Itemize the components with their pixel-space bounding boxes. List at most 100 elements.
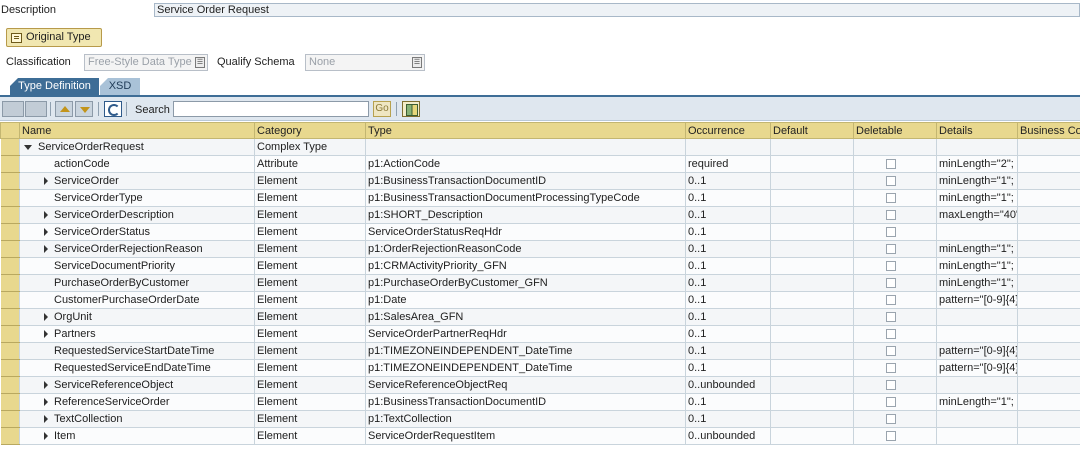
cell-default[interactable] xyxy=(770,376,854,394)
cell-details[interactable]: minLength="1"; r xyxy=(936,172,1018,190)
cell-occurrence[interactable]: 0..1 xyxy=(685,189,771,207)
deletable-checkbox[interactable] xyxy=(886,193,896,204)
cell-details[interactable]: pattern="[0-9]{4}- xyxy=(936,342,1018,360)
cell-details[interactable]: minLength="1"; r xyxy=(936,240,1018,258)
cell-default[interactable] xyxy=(770,291,854,309)
cell-default[interactable] xyxy=(770,206,854,224)
cell-type[interactable]: p1:PurchaseOrderByCustomer_GFN xyxy=(365,274,686,292)
original-type-button[interactable]: Original Type xyxy=(6,28,102,47)
cell-business-context[interactable] xyxy=(1017,427,1080,445)
cell-category[interactable]: Element xyxy=(254,223,366,241)
row-selector[interactable] xyxy=(0,359,20,377)
insert-row-button[interactable] xyxy=(2,101,24,117)
cell-category[interactable]: Element xyxy=(254,342,366,360)
row-selector[interactable] xyxy=(0,308,20,326)
table-row[interactable]: ServiceOrderRequest Complex Type xyxy=(0,138,1080,156)
cell-default[interactable] xyxy=(770,427,854,445)
row-selector[interactable] xyxy=(0,291,20,309)
cell-type[interactable]: p1:BusinessTransactionDocumentID xyxy=(365,172,686,190)
cell-name[interactable]: PurchaseOrderByCustomer xyxy=(19,274,255,292)
cell-business-context[interactable] xyxy=(1017,342,1080,360)
deletable-checkbox[interactable] xyxy=(886,414,896,425)
deletable-checkbox[interactable] xyxy=(886,363,896,374)
expand-icon[interactable] xyxy=(44,330,48,339)
cell-details[interactable] xyxy=(936,308,1018,326)
move-up-button[interactable] xyxy=(55,101,73,117)
cell-business-context[interactable] xyxy=(1017,274,1080,292)
row-selector[interactable] xyxy=(0,274,20,292)
collapse-icon[interactable] xyxy=(24,144,32,150)
dropdown-icon[interactable]: ☰ xyxy=(412,57,422,68)
cell-details[interactable]: pattern="[0-9]{4}- xyxy=(936,291,1018,309)
cell-details[interactable]: minLength="2"; r xyxy=(936,155,1018,173)
deletable-checkbox[interactable] xyxy=(886,278,896,289)
cell-category[interactable]: Element xyxy=(254,308,366,326)
cell-details[interactable] xyxy=(936,376,1018,394)
column-header-name[interactable]: Name xyxy=(19,122,255,139)
deletable-checkbox[interactable] xyxy=(886,329,896,340)
deletable-checkbox[interactable] xyxy=(886,346,896,357)
deletable-checkbox[interactable] xyxy=(886,312,896,323)
column-header-deletable[interactable]: Deletable xyxy=(853,122,937,139)
cell-name[interactable]: ServiceOrder xyxy=(19,172,255,190)
cell-occurrence[interactable]: 0..1 xyxy=(685,240,771,258)
table-row[interactable]: RequestedServiceEndDateTime Element p1:TIM… xyxy=(0,359,1080,377)
cell-business-context[interactable] xyxy=(1017,240,1080,258)
cell-business-context[interactable] xyxy=(1017,223,1080,241)
cell-type[interactable]: p1:CRMActivityPriority_GFN xyxy=(365,257,686,275)
deletable-checkbox[interactable] xyxy=(886,210,896,221)
cell-occurrence[interactable]: 0..1 xyxy=(685,257,771,275)
cell-details[interactable] xyxy=(936,427,1018,445)
table-row[interactable]: CustomerPurchaseOrderDate Element p1:Date 0… xyxy=(0,291,1080,309)
cell-business-context[interactable] xyxy=(1017,308,1080,326)
deletable-checkbox[interactable] xyxy=(886,380,896,391)
row-selector[interactable] xyxy=(0,206,20,224)
cell-details[interactable] xyxy=(936,325,1018,343)
row-selector[interactable] xyxy=(0,240,20,258)
cell-type[interactable]: p1:SalesArea_GFN xyxy=(365,308,686,326)
cell-details[interactable]: minLength="1"; r xyxy=(936,393,1018,411)
column-header-details[interactable]: Details xyxy=(936,122,1018,139)
cell-default[interactable] xyxy=(770,172,854,190)
cell-details[interactable]: pattern="[0-9]{4}- xyxy=(936,359,1018,377)
cell-name[interactable]: Partners xyxy=(19,325,255,343)
cell-occurrence[interactable]: 0..1 xyxy=(685,410,771,428)
cell-occurrence[interactable]: 0..1 xyxy=(685,342,771,360)
cell-default[interactable] xyxy=(770,308,854,326)
cell-category[interactable]: Complex Type xyxy=(254,138,366,156)
table-row[interactable]: ServiceOrderType Element p1:BusinessTransa… xyxy=(0,189,1080,207)
cell-name[interactable]: OrgUnit xyxy=(19,308,255,326)
cell-details[interactable]: maxLength="40" xyxy=(936,206,1018,224)
cell-occurrence[interactable]: 0..1 xyxy=(685,223,771,241)
cell-default[interactable] xyxy=(770,274,854,292)
cell-name[interactable]: ServiceDocumentPriority xyxy=(19,257,255,275)
cell-default[interactable] xyxy=(770,342,854,360)
cell-name[interactable]: ServiceOrderType xyxy=(19,189,255,207)
expand-icon[interactable] xyxy=(44,381,48,390)
cell-name[interactable]: ServiceOrderRequest xyxy=(19,138,255,156)
description-input[interactable]: Service Order Request xyxy=(154,3,1080,17)
cell-type[interactable] xyxy=(365,138,686,156)
table-row[interactable]: PurchaseOrderByCustomer Element p1:Purchas… xyxy=(0,274,1080,292)
cell-occurrence[interactable]: 0..unbounded xyxy=(685,427,771,445)
cell-default[interactable] xyxy=(770,223,854,241)
cell-default[interactable] xyxy=(770,325,854,343)
table-row[interactable]: TextCollection Element p1:TextCollection 0.… xyxy=(0,410,1080,428)
cell-business-context[interactable] xyxy=(1017,291,1080,309)
row-selector[interactable] xyxy=(0,325,20,343)
expand-icon[interactable] xyxy=(44,228,48,237)
cell-name[interactable]: CustomerPurchaseOrderDate xyxy=(19,291,255,309)
expand-icon[interactable] xyxy=(44,415,48,424)
cell-name[interactable]: TextCollection xyxy=(19,410,255,428)
cell-business-context[interactable] xyxy=(1017,257,1080,275)
cell-occurrence[interactable]: 0..1 xyxy=(685,172,771,190)
cell-category[interactable]: Element xyxy=(254,427,366,445)
expand-icon[interactable] xyxy=(44,398,48,407)
tab-xsd[interactable]: XSD xyxy=(100,78,140,95)
column-header-occurrence[interactable]: Occurrence xyxy=(685,122,771,139)
table-row[interactable]: ServiceOrder Element p1:BusinessTransactio… xyxy=(0,172,1080,190)
cell-occurrence[interactable]: 0..1 xyxy=(685,308,771,326)
cell-occurrence[interactable]: 0..1 xyxy=(685,325,771,343)
row-selector[interactable] xyxy=(0,342,20,360)
cell-business-context[interactable] xyxy=(1017,359,1080,377)
